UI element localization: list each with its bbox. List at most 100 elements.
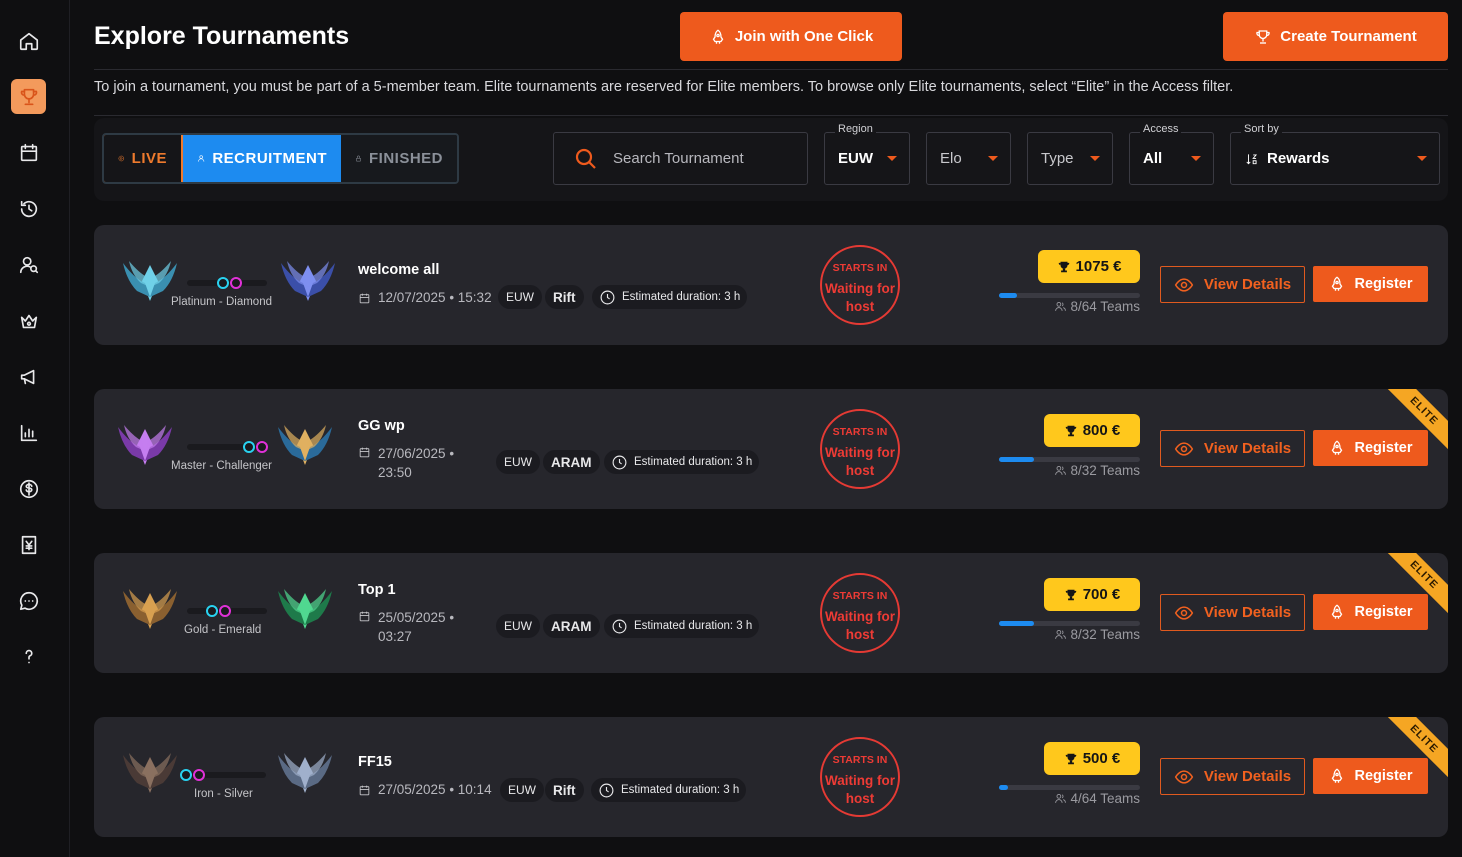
region-value: EUW (838, 150, 873, 167)
tournament-card: Gold - Emerald Top 1 25/05/2025 • 03:27 … (94, 553, 1448, 673)
sidebar-item-wallet[interactable] (11, 471, 46, 506)
tab-live-label: LIVE (131, 150, 167, 167)
reward-amount: 500 € (1082, 750, 1121, 767)
register-button[interactable]: Register (1313, 758, 1428, 794)
region-label: Region (835, 123, 876, 135)
register-button[interactable]: Register (1313, 266, 1428, 302)
elo-max-handle[interactable] (193, 769, 205, 781)
view-details-button[interactable]: View Details (1160, 430, 1305, 467)
team-count-text: 4/64 Teams (1070, 791, 1140, 806)
tournament-card: Iron - Silver FF15 27/05/2025 • 10:14 EU… (94, 717, 1448, 837)
divider (94, 69, 1448, 70)
chat-icon (19, 591, 38, 610)
view-details-button[interactable]: View Details (1160, 758, 1305, 795)
mode-tag: Rift (545, 285, 584, 309)
elo-range-label: Master - Challenger (171, 460, 272, 472)
team-count: 4/64 Teams (1054, 791, 1140, 806)
users-icon (1055, 794, 1067, 803)
sidebar-item-help[interactable] (11, 639, 46, 674)
reward-amount: 1075 € (1075, 258, 1122, 275)
sidebar-item-calendar[interactable] (11, 135, 46, 170)
reward-badge: 800 € (1044, 414, 1140, 447)
eye-icon (1174, 441, 1194, 456)
sidebar-item-stats[interactable] (11, 415, 46, 450)
sidebar-item-history[interactable] (11, 191, 46, 226)
register-button[interactable]: Register (1313, 430, 1428, 466)
main-content: Explore Tournaments Join with One Click … (94, 0, 1448, 857)
region-tag: EUW (496, 450, 540, 474)
elo-min-handle[interactable] (206, 605, 218, 617)
crown-icon (20, 314, 37, 328)
tab-live[interactable]: LIVE (104, 135, 183, 182)
clock-icon (612, 619, 627, 633)
team-progress-fill (999, 785, 1008, 790)
view-details-label: View Details (1203, 440, 1292, 457)
tab-recruitment-label: RECRUITMENT (212, 150, 327, 167)
elo-min-handle[interactable] (243, 441, 255, 453)
sidebar-item-announcements[interactable] (11, 359, 46, 394)
starts-in-status: Waiting for host (825, 445, 895, 478)
view-details-button[interactable]: View Details (1160, 266, 1305, 303)
sidebar-item-chat[interactable] (11, 583, 46, 618)
team-progress-bar (999, 457, 1140, 462)
duration-tag: Estimated duration: 3 h (591, 778, 747, 802)
elo-range-handles (180, 769, 205, 781)
sidebar-item-tournaments[interactable] (11, 79, 46, 114)
user-icon (198, 155, 205, 162)
trophy-icon (1065, 753, 1076, 764)
duration-tag: Estimated duration: 3 h (592, 285, 748, 309)
bar-chart-icon (20, 424, 37, 441)
dollar-icon (19, 479, 38, 498)
elo-range-handles (206, 605, 231, 617)
view-details-button[interactable]: View Details (1160, 594, 1305, 631)
sidebar-item-find-players[interactable] (11, 247, 46, 282)
tournament-name: GG wp (358, 418, 405, 434)
tab-recruitment[interactable]: RECRUITMENT (183, 135, 341, 182)
tab-finished[interactable]: FINISHED (341, 135, 457, 182)
rocket-icon (1332, 276, 1343, 291)
elo-value: Elo (940, 150, 962, 167)
elo-min-handle[interactable] (217, 277, 229, 289)
region-select[interactable]: Region EUW (824, 123, 910, 185)
filter-bar: LIVE RECRUITMENT FINISHED Region EUW Elo (94, 118, 1448, 201)
tournament-name: FF15 (358, 754, 392, 770)
search-input[interactable] (613, 150, 783, 167)
rank-emblem-high (276, 421, 334, 469)
region-tag: EUW (498, 285, 542, 309)
eye-icon (1174, 769, 1194, 784)
chevron-down-icon (1417, 156, 1427, 161)
sidebar-item-rewards[interactable] (11, 527, 46, 562)
rank-emblem-high (276, 585, 334, 633)
rocket-icon (1332, 440, 1343, 455)
join-one-click-label: Join with One Click (734, 28, 874, 45)
rank-emblem-low (121, 749, 179, 797)
access-select[interactable]: Access All (1129, 123, 1214, 185)
users-icon (1055, 466, 1067, 475)
elo-max-handle[interactable] (256, 441, 268, 453)
chevron-down-icon (887, 156, 897, 161)
trophy-icon (1256, 29, 1271, 44)
register-button[interactable]: Register (1313, 594, 1428, 630)
elo-min-handle[interactable] (180, 769, 192, 781)
chevron-down-icon (988, 156, 998, 161)
create-tournament-button[interactable]: Create Tournament (1223, 12, 1448, 61)
sidebar-item-home[interactable] (11, 23, 46, 58)
voucher-icon (21, 535, 36, 554)
mode-tag: ARAM (543, 450, 600, 474)
users-icon (1055, 302, 1067, 311)
calendar-icon (359, 447, 370, 458)
team-progress-bar (999, 785, 1140, 790)
join-one-click-button[interactable]: Join with One Click (680, 12, 902, 61)
team-progress-fill (999, 457, 1034, 462)
elo-max-handle[interactable] (230, 277, 242, 289)
type-select[interactable]: Type (1027, 132, 1113, 185)
rocket-icon (712, 28, 724, 44)
trophy-icon (1058, 261, 1069, 272)
duration-text: Estimated duration: 3 h (634, 620, 753, 632)
elo-select[interactable]: Elo (926, 132, 1011, 185)
elo-max-handle[interactable] (219, 605, 231, 617)
sidebar-item-elite[interactable] (11, 303, 46, 338)
sort-select[interactable]: Sort by Rewards (1230, 123, 1440, 185)
mode-tag: Rift (545, 778, 584, 802)
sort-icon (1246, 153, 1258, 164)
